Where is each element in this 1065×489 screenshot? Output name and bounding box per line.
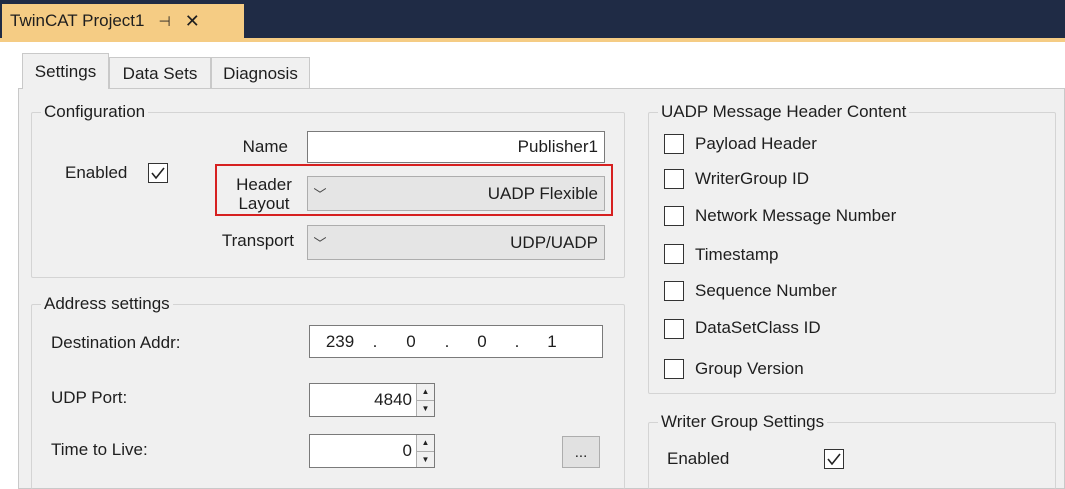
timestamp-checkbox[interactable] [664,244,684,264]
writergroup-id-label: WriterGroup ID [695,169,809,188]
configuration-title: Configuration [41,102,149,122]
ip-dot: . [514,331,520,351]
tab-settings-label: Settings [34,61,97,81]
writer-group-settings-title: Writer Group Settings [658,412,828,432]
ip-octet-2: 0 [406,331,416,351]
chevron-down-icon: ﹀ [313,187,327,202]
spin-down-icon[interactable]: ▼ [417,399,434,416]
uadp-header-title: UADP Message Header Content [658,102,910,122]
network-message-number-checkbox[interactable] [664,206,684,226]
document-tab[interactable]: TwinCAT Project1 ⊣ ✕ [2,4,244,38]
header-layout-value: UADP Flexible [487,183,598,203]
document-tab-title: TwinCAT Project1 [10,11,145,30]
writergroup-id-checkbox[interactable] [664,169,684,189]
udp-port-stepper[interactable]: 4840 ▲ ▼ [309,383,435,417]
group-version-label: Group Version [695,359,804,378]
browse-button[interactable]: ... [562,436,600,468]
name-input[interactable]: Publisher1 [307,131,605,163]
sequence-number-label: Sequence Number [695,281,837,300]
ip-octet-1: 239 [325,331,355,351]
time-to-live-label: Time to Live: [51,440,148,459]
tab-diagnosis-label: Diagnosis [223,63,298,83]
check-icon [827,453,841,466]
header-layout-label: Header Layout [232,175,296,213]
datasetclass-id-checkbox[interactable] [664,319,684,339]
tab-data-sets[interactable]: Data Sets [109,57,211,89]
payload-header-label: Payload Header [695,134,817,153]
transport-select[interactable]: ﹀ UDP/UADP [307,225,605,260]
spin-down-icon[interactable]: ▼ [417,450,434,467]
tab-data-sets-label: Data Sets [122,63,198,83]
time-to-live-stepper[interactable]: 0 ▲ ▼ [309,434,435,468]
timestamp-label: Timestamp [695,245,779,264]
group-version-checkbox[interactable] [664,359,684,379]
destination-addr-label: Destination Addr: [51,333,181,352]
udp-port-value: 4840 [374,390,412,409]
browse-button-label: ... [574,443,588,461]
tab-settings[interactable]: Settings [22,53,109,89]
ip-octet-3: 0 [477,331,487,351]
transport-value: UDP/UADP [510,232,598,252]
destination-addr-input[interactable]: 239 . 0 . 0 . 1 [309,325,603,358]
header-layout-label-line2: Layout [238,194,290,213]
spin-up-icon[interactable]: ▲ [417,435,434,451]
enabled-checkbox[interactable] [148,163,168,183]
close-icon[interactable]: ✕ [185,11,200,32]
network-message-number-label: Network Message Number [695,206,897,225]
tab-diagnosis[interactable]: Diagnosis [211,57,310,89]
address-settings-title: Address settings [41,294,173,314]
ip-octet-4: 1 [547,331,557,351]
ip-dot: . [372,331,378,351]
pin-icon[interactable]: ⊣ [158,13,170,30]
chevron-down-icon: ﹀ [313,236,327,251]
sequence-number-checkbox[interactable] [664,281,684,301]
time-to-live-value: 0 [402,441,412,460]
spin-up-icon[interactable]: ▲ [417,384,434,400]
transport-label: Transport [221,231,294,250]
check-icon [151,167,165,180]
enabled-label: Enabled [65,163,128,182]
writer-group-enabled-checkbox[interactable] [824,449,844,469]
header-layout-label-line1: Header [236,175,292,194]
udp-port-label: UDP Port: [51,388,128,407]
datasetclass-id-label: DataSetClass ID [695,318,821,337]
ip-dot: . [444,331,450,351]
name-value: Publisher1 [517,137,598,156]
header-layout-select[interactable]: ﹀ UADP Flexible [307,176,605,211]
writer-group-enabled-label: Enabled [667,449,730,468]
name-label: Name [242,137,288,156]
payload-header-checkbox[interactable] [664,134,684,154]
